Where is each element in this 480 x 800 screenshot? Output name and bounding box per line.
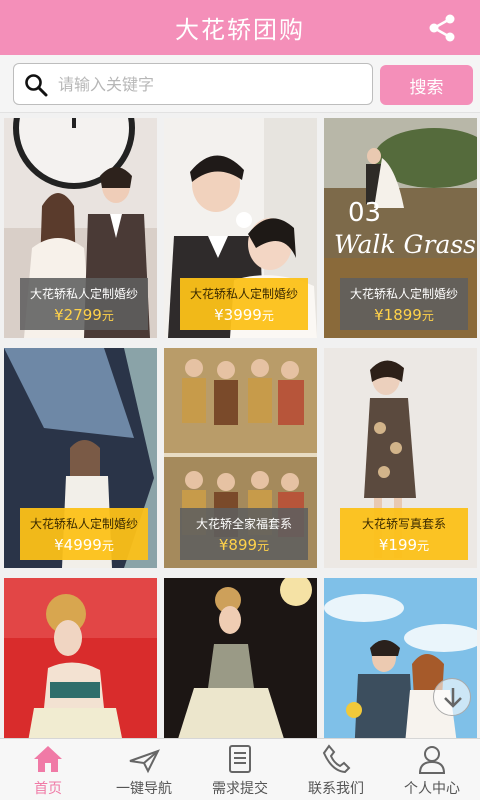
tab-home[interactable]: 首页 — [0, 739, 96, 800]
phone-icon — [322, 744, 351, 774]
product-title: 大花轿私人定制婚纱 — [189, 286, 298, 301]
product-title: 大花轿私人定制婚纱 — [29, 516, 138, 531]
product-grid: 大花轿私人定制婚纱 ¥2799元 大花轿私人定制婚纱 ¥3999元 03 Wal… — [0, 116, 480, 738]
tab-label: 联系我们 — [308, 781, 364, 797]
product-card[interactable] — [4, 578, 157, 738]
tab-label: 一键导航 — [116, 781, 172, 797]
navigation-icon — [129, 749, 160, 774]
home-icon — [34, 746, 62, 772]
product-photo — [4, 578, 157, 738]
price-label: 大花轿私人定制婚纱 ¥3999元 — [180, 278, 308, 330]
product-title: 大花轿私人定制婚纱 — [29, 286, 138, 301]
search-bar: 搜索 — [0, 55, 480, 113]
product-price: ¥199元 — [378, 535, 430, 554]
product-title: 大花轿写真套系 — [361, 516, 446, 531]
tab-label: 首页 — [34, 781, 62, 797]
bottom-tab-bar: 首页 一键导航 需求提交 联系我们 个人中心 — [0, 738, 480, 800]
search-box[interactable] — [13, 63, 373, 105]
product-card[interactable] — [164, 578, 317, 738]
product-price: ¥1899元 — [374, 305, 434, 324]
product-card[interactable]: 大花轿私人定制婚纱 ¥4999元 — [4, 348, 157, 568]
tab-label: 需求提交 — [212, 781, 268, 797]
price-label: 大花轿写真套系 ¥199元 — [340, 508, 468, 560]
arrow-down-icon — [444, 688, 462, 708]
price-label: 大花轿私人定制婚纱 ¥4999元 — [20, 508, 148, 560]
product-card[interactable]: 大花轿全家福套系 ¥899元 — [164, 348, 317, 568]
photo-overlay-text: Walk Grass — [334, 230, 477, 259]
tab-contact-us[interactable]: 联系我们 — [288, 739, 384, 800]
tab-user-center[interactable]: 个人中心 — [384, 739, 480, 800]
photo-overlay-number: 03 — [348, 198, 382, 228]
user-icon — [418, 746, 446, 774]
search-icon — [25, 74, 48, 97]
share-icon[interactable] — [426, 12, 458, 44]
product-price: ¥899元 — [218, 535, 270, 554]
product-card[interactable]: 大花轿私人定制婚纱 ¥2799元 — [4, 118, 157, 338]
product-title: 大花轿全家福套系 — [195, 516, 292, 531]
page-title: 大花轿团购 — [175, 16, 305, 44]
product-card[interactable]: 03 Walk Grass 大花轿私人定制婚纱 ¥1899元 — [324, 118, 477, 338]
scroll-down-button[interactable] — [433, 678, 471, 716]
price-label: 大花轿私人定制婚纱 ¥2799元 — [20, 278, 148, 330]
price-label: 大花轿全家福套系 ¥899元 — [180, 508, 308, 560]
product-card[interactable]: 大花轿私人定制婚纱 ¥3999元 — [164, 118, 317, 338]
price-label: 大花轿私人定制婚纱 ¥1899元 — [340, 278, 468, 330]
product-price: ¥2799元 — [54, 305, 114, 324]
search-input[interactable] — [58, 68, 358, 100]
product-price: ¥4999元 — [54, 535, 114, 554]
product-card[interactable]: 大花轿写真套系 ¥199元 — [324, 348, 477, 568]
product-title: 大花轿私人定制婚纱 — [349, 286, 458, 301]
tab-navigation[interactable]: 一键导航 — [96, 739, 192, 800]
app-header: 大花轿团购 — [0, 0, 480, 55]
tab-submit-request[interactable]: 需求提交 — [192, 739, 288, 800]
product-price: ¥3999元 — [214, 305, 274, 324]
product-photo — [164, 578, 317, 738]
search-button[interactable]: 搜索 — [380, 65, 473, 105]
document-icon — [229, 745, 251, 773]
tab-label: 个人中心 — [404, 781, 460, 797]
